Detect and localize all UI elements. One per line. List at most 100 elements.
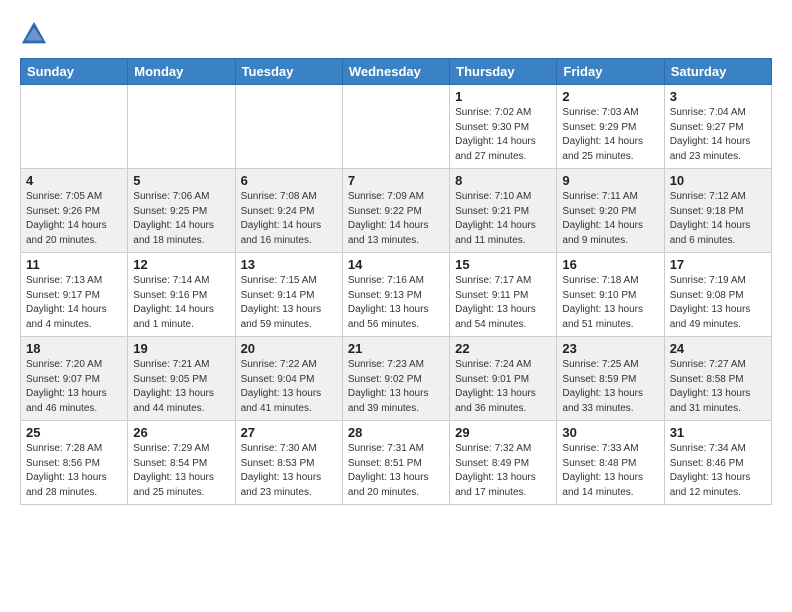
day-info: Sunrise: 7:06 AM Sunset: 9:25 PM Dayligh… — [133, 190, 229, 248]
day-info: Sunrise: 7:12 AM Sunset: 9:18 PM Dayligh… — [670, 190, 766, 248]
calendar-week-row: 1 Sunrise: 7:02 AM Sunset: 9:30 PM Daylig… — [21, 85, 772, 169]
day-info: Sunrise: 7:21 AM Sunset: 9:05 PM Dayligh… — [133, 358, 229, 416]
calendar-week-row: 25 Sunrise: 7:28 AM Sunset: 8:56 PM Dayli… — [21, 421, 772, 505]
day-info: Sunrise: 7:28 AM Sunset: 8:56 PM Dayligh… — [26, 442, 122, 500]
calendar-cell: 16 Sunrise: 7:18 AM Sunset: 9:10 PM Dayli… — [557, 253, 664, 337]
calendar-cell: 18Sunrise: 7:20 AM Sunset: 9:07 PM Dayli… — [21, 337, 128, 421]
day-info: Sunrise: 7:08 AM Sunset: 9:24 PM Dayligh… — [241, 190, 337, 248]
day-info: Sunrise: 7:10 AM Sunset: 9:21 PM Dayligh… — [455, 190, 551, 248]
day-number: 25 — [26, 425, 122, 440]
day-info: Sunrise: 7:18 AM Sunset: 9:10 PM Dayligh… — [562, 274, 658, 332]
day-info: Sunrise: 7:05 AM Sunset: 9:26 PM Dayligh… — [26, 190, 122, 248]
day-info: Sunrise: 7:19 AM Sunset: 9:08 PM Dayligh… — [670, 274, 766, 332]
day-info: Sunrise: 7:22 AM Sunset: 9:04 PM Dayligh… — [241, 358, 337, 416]
calendar-week-row: 11 Sunrise: 7:13 AM Sunset: 9:17 PM Dayli… — [21, 253, 772, 337]
calendar-cell: 3 Sunrise: 7:04 AM Sunset: 9:27 PM Daylig… — [664, 85, 771, 169]
day-number: 24 — [670, 341, 766, 356]
calendar-cell: 22Sunrise: 7:24 AM Sunset: 9:01 PM Dayli… — [450, 337, 557, 421]
day-number: 28 — [348, 425, 444, 440]
day-number: 27 — [241, 425, 337, 440]
weekday-header: Sunday — [21, 59, 128, 85]
weekday-header: Tuesday — [235, 59, 342, 85]
weekday-header-row: SundayMondayTuesdayWednesdayThursdayFrid… — [21, 59, 772, 85]
day-number: 1 — [455, 89, 551, 104]
day-info: Sunrise: 7:30 AM Sunset: 8:53 PM Dayligh… — [241, 442, 337, 500]
calendar-cell — [21, 85, 128, 169]
calendar-cell: 29 Sunrise: 7:32 AM Sunset: 8:49 PM Dayli… — [450, 421, 557, 505]
day-info: Sunrise: 7:15 AM Sunset: 9:14 PM Dayligh… — [241, 274, 337, 332]
calendar-cell: 15 Sunrise: 7:17 AM Sunset: 9:11 PM Dayli… — [450, 253, 557, 337]
day-info: Sunrise: 7:34 AM Sunset: 8:46 PM Dayligh… — [670, 442, 766, 500]
calendar-cell: 6 Sunrise: 7:08 AM Sunset: 9:24 PM Daylig… — [235, 169, 342, 253]
day-number: 6 — [241, 173, 337, 188]
day-number: 14 — [348, 257, 444, 272]
day-number: 4 — [26, 173, 122, 188]
day-info: Sunrise: 7:31 AM Sunset: 8:51 PM Dayligh… — [348, 442, 444, 500]
calendar-cell: 13Sunrise: 7:15 AM Sunset: 9:14 PM Dayli… — [235, 253, 342, 337]
weekday-header: Thursday — [450, 59, 557, 85]
day-info: Sunrise: 7:02 AM Sunset: 9:30 PM Dayligh… — [455, 106, 551, 164]
day-number: 7 — [348, 173, 444, 188]
calendar-cell — [128, 85, 235, 169]
day-number: 12 — [133, 257, 229, 272]
day-number: 20 — [241, 341, 337, 356]
day-info: Sunrise: 7:25 AM Sunset: 8:59 PM Dayligh… — [562, 358, 658, 416]
calendar-cell: 7 Sunrise: 7:09 AM Sunset: 9:22 PM Daylig… — [342, 169, 449, 253]
day-number: 5 — [133, 173, 229, 188]
calendar-week-row: 18Sunrise: 7:20 AM Sunset: 9:07 PM Dayli… — [21, 337, 772, 421]
calendar-cell: 8 Sunrise: 7:10 AM Sunset: 9:21 PM Daylig… — [450, 169, 557, 253]
day-number: 11 — [26, 257, 122, 272]
calendar-cell: 27 Sunrise: 7:30 AM Sunset: 8:53 PM Dayli… — [235, 421, 342, 505]
day-number: 18 — [26, 341, 122, 356]
calendar-cell: 25 Sunrise: 7:28 AM Sunset: 8:56 PM Dayli… — [21, 421, 128, 505]
day-number: 16 — [562, 257, 658, 272]
calendar-cell: 30Sunrise: 7:33 AM Sunset: 8:48 PM Dayli… — [557, 421, 664, 505]
day-info: Sunrise: 7:04 AM Sunset: 9:27 PM Dayligh… — [670, 106, 766, 164]
day-info: Sunrise: 7:14 AM Sunset: 9:16 PM Dayligh… — [133, 274, 229, 332]
calendar: SundayMondayTuesdayWednesdayThursdayFrid… — [20, 58, 772, 505]
logo-icon — [20, 20, 48, 48]
day-info: Sunrise: 7:03 AM Sunset: 9:29 PM Dayligh… — [562, 106, 658, 164]
calendar-cell: 2 Sunrise: 7:03 AM Sunset: 9:29 PM Daylig… — [557, 85, 664, 169]
day-number: 2 — [562, 89, 658, 104]
day-number: 19 — [133, 341, 229, 356]
day-number: 8 — [455, 173, 551, 188]
calendar-cell: 26 Sunrise: 7:29 AM Sunset: 8:54 PM Dayli… — [128, 421, 235, 505]
calendar-cell: 14 Sunrise: 7:16 AM Sunset: 9:13 PM Dayli… — [342, 253, 449, 337]
weekday-header: Saturday — [664, 59, 771, 85]
day-info: Sunrise: 7:09 AM Sunset: 9:22 PM Dayligh… — [348, 190, 444, 248]
calendar-cell: 11 Sunrise: 7:13 AM Sunset: 9:17 PM Dayli… — [21, 253, 128, 337]
day-info: Sunrise: 7:13 AM Sunset: 9:17 PM Dayligh… — [26, 274, 122, 332]
weekday-header: Friday — [557, 59, 664, 85]
calendar-cell: 28 Sunrise: 7:31 AM Sunset: 8:51 PM Dayli… — [342, 421, 449, 505]
day-number: 30 — [562, 425, 658, 440]
calendar-cell: 1 Sunrise: 7:02 AM Sunset: 9:30 PM Daylig… — [450, 85, 557, 169]
calendar-week-row: 4 Sunrise: 7:05 AM Sunset: 9:26 PM Daylig… — [21, 169, 772, 253]
calendar-cell: 24 Sunrise: 7:27 AM Sunset: 8:58 PM Dayli… — [664, 337, 771, 421]
calendar-cell: 31Sunrise: 7:34 AM Sunset: 8:46 PM Dayli… — [664, 421, 771, 505]
day-info: Sunrise: 7:11 AM Sunset: 9:20 PM Dayligh… — [562, 190, 658, 248]
calendar-cell: 20 Sunrise: 7:22 AM Sunset: 9:04 PM Dayli… — [235, 337, 342, 421]
day-info: Sunrise: 7:32 AM Sunset: 8:49 PM Dayligh… — [455, 442, 551, 500]
calendar-cell: 17Sunrise: 7:19 AM Sunset: 9:08 PM Dayli… — [664, 253, 771, 337]
day-info: Sunrise: 7:16 AM Sunset: 9:13 PM Dayligh… — [348, 274, 444, 332]
day-number: 3 — [670, 89, 766, 104]
day-number: 22 — [455, 341, 551, 356]
day-number: 26 — [133, 425, 229, 440]
day-number: 21 — [348, 341, 444, 356]
calendar-cell: 5 Sunrise: 7:06 AM Sunset: 9:25 PM Daylig… — [128, 169, 235, 253]
calendar-cell: 9 Sunrise: 7:11 AM Sunset: 9:20 PM Daylig… — [557, 169, 664, 253]
calendar-cell: 21Sunrise: 7:23 AM Sunset: 9:02 PM Dayli… — [342, 337, 449, 421]
calendar-cell: 23 Sunrise: 7:25 AM Sunset: 8:59 PM Dayli… — [557, 337, 664, 421]
calendar-cell: 19 Sunrise: 7:21 AM Sunset: 9:05 PM Dayli… — [128, 337, 235, 421]
day-number: 15 — [455, 257, 551, 272]
logo — [20, 20, 52, 48]
weekday-header: Wednesday — [342, 59, 449, 85]
calendar-cell: 12 Sunrise: 7:14 AM Sunset: 9:16 PM Dayli… — [128, 253, 235, 337]
day-number: 29 — [455, 425, 551, 440]
day-info: Sunrise: 7:17 AM Sunset: 9:11 PM Dayligh… — [455, 274, 551, 332]
day-info: Sunrise: 7:27 AM Sunset: 8:58 PM Dayligh… — [670, 358, 766, 416]
day-number: 23 — [562, 341, 658, 356]
day-info: Sunrise: 7:29 AM Sunset: 8:54 PM Dayligh… — [133, 442, 229, 500]
day-number: 9 — [562, 173, 658, 188]
